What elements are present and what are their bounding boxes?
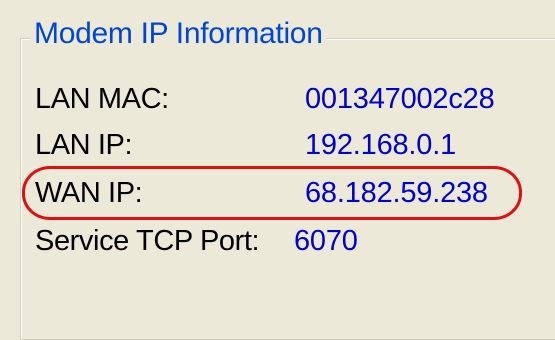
info-row-service-tcp-port: Service TCP Port: 6070 <box>0 218 555 264</box>
service-tcp-port-value: 6070 <box>294 225 358 257</box>
wan-ip-highlight-oval <box>22 166 522 220</box>
info-row-lan-ip: LAN IP: 192.168.0.1 <box>0 122 555 168</box>
lan-mac-label: LAN MAC: <box>35 83 169 115</box>
service-tcp-port-label: Service TCP Port: <box>35 225 260 257</box>
info-row-lan-mac: LAN MAC: 001347002c28 <box>0 76 555 122</box>
lan-mac-value: 001347002c28 <box>305 83 495 115</box>
lan-ip-value: 192.168.0.1 <box>305 129 456 161</box>
lan-ip-label: LAN IP: <box>35 129 133 161</box>
groupbox-title: Modem IP Information <box>31 14 326 54</box>
